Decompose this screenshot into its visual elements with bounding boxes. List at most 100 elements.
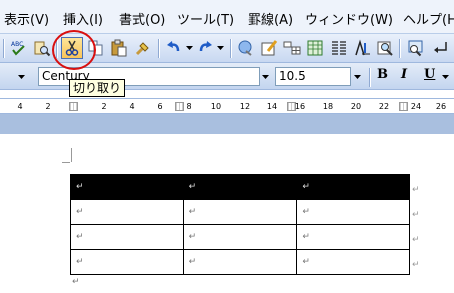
table-cell[interactable]: ↵ xyxy=(296,224,410,250)
underline-dropdown-arrow[interactable] xyxy=(440,67,451,86)
chevron-down-icon xyxy=(442,74,449,79)
toolbar-separator xyxy=(399,39,400,58)
menu-window[interactable]: ウィンドウ(W) xyxy=(305,9,393,28)
table-cell[interactable]: ↵ xyxy=(296,174,410,200)
toolbar-separator xyxy=(158,39,159,58)
table-cell[interactable]: ↵ xyxy=(70,199,184,225)
table-cell[interactable]: ↵ xyxy=(70,174,184,200)
cut-tooltip: 切り取り xyxy=(69,79,125,97)
drawing-button[interactable] xyxy=(351,37,373,59)
spelling-button[interactable]: ABC xyxy=(8,37,30,59)
font-size-dropdown-arrow[interactable] xyxy=(352,67,363,86)
columns-button[interactable] xyxy=(328,37,350,59)
ruler-number: 16 xyxy=(294,102,306,111)
format-painter-icon xyxy=(135,42,149,56)
research-icon xyxy=(34,41,51,57)
table-row[interactable]: ↵ ↵ ↵ xyxy=(70,199,410,225)
table-row[interactable]: ↵ ↵ ↵ xyxy=(70,249,410,275)
hyperlink-button[interactable] xyxy=(235,37,257,59)
table-row-selected[interactable]: ↵ ↵ ↵ xyxy=(70,174,410,200)
redo-dropdown-arrow[interactable] xyxy=(215,38,226,57)
row-end-mark: ↵ xyxy=(412,260,420,270)
paste-button[interactable] xyxy=(108,37,130,59)
menu-help[interactable]: ヘルプ(H) xyxy=(403,9,454,28)
text-boundary-corner xyxy=(62,162,70,163)
row-end-mark: ↵ xyxy=(412,235,420,245)
return-arrow-icon xyxy=(434,42,447,53)
ruler-number: 24 xyxy=(410,102,422,111)
ruler-number: 2 xyxy=(101,102,107,111)
spelling-icon: ABC xyxy=(11,41,25,56)
toolbar-separator xyxy=(230,39,231,58)
highlight-circle xyxy=(52,30,96,70)
menu-view[interactable]: 表示(V) xyxy=(4,9,49,28)
redo-button[interactable] xyxy=(194,37,216,59)
ruler-number: 22 xyxy=(378,102,390,111)
toolbar-separator xyxy=(369,68,370,87)
format-painter-button[interactable] xyxy=(132,37,154,59)
chevron-down-icon xyxy=(217,45,224,50)
excel-sheet-icon xyxy=(307,40,323,56)
font-size-combo[interactable]: 10.5 xyxy=(275,67,351,86)
document-page[interactable]: ↵ ↵ ↵ ↵ ↵ ↵ ↵ ↵ ↵ ↵ ↵ ↵ ↵ ↵ ↵ ↵ ↵ xyxy=(0,134,454,293)
table-cell[interactable]: ↵ xyxy=(296,249,410,275)
font-name-dropdown-arrow[interactable] xyxy=(260,67,271,86)
ruler-number: 14 xyxy=(266,102,278,111)
table-cell[interactable]: ↵ xyxy=(70,224,184,250)
chevron-down-icon xyxy=(18,74,25,79)
italic-button[interactable]: I xyxy=(401,67,407,82)
underline-button[interactable]: U xyxy=(424,67,435,82)
research-button[interactable] xyxy=(31,37,53,59)
show-hide-marks-button[interactable] xyxy=(430,37,452,59)
ruler-number: 18 xyxy=(322,102,334,111)
ruler-number: 2 xyxy=(45,102,51,111)
undo-icon xyxy=(167,41,180,52)
redo-icon xyxy=(199,41,212,52)
drawing-icon xyxy=(355,39,370,56)
paste-icon xyxy=(111,39,127,57)
font-size-value: 10.5 xyxy=(279,69,306,83)
insert-excel-button[interactable] xyxy=(304,37,326,59)
table-row[interactable]: ↵ ↵ ↵ xyxy=(70,224,410,250)
svg-text:ABC: ABC xyxy=(11,41,23,48)
table-cell[interactable]: ↵ xyxy=(182,199,298,225)
style-dropdown-arrow[interactable] xyxy=(16,67,27,86)
document-map-button[interactable] xyxy=(374,37,396,59)
menu-table[interactable]: 罫線(A) xyxy=(248,9,293,28)
menu-insert[interactable]: 挿入(I) xyxy=(63,9,103,28)
chevron-down-icon xyxy=(262,74,269,79)
text-boundary-corner xyxy=(71,148,72,162)
table-cell[interactable]: ↵ xyxy=(182,174,298,200)
paragraph-mark: ↵ xyxy=(72,277,80,287)
columns-icon xyxy=(332,41,346,55)
tables-borders-button[interactable] xyxy=(258,37,280,59)
ruler-number: 4 xyxy=(17,102,23,111)
menu-tools[interactable]: ツール(T) xyxy=(177,9,234,28)
horizontal-ruler[interactable]: 4 2 2 4 6 8 10 12 14 16 18 20 22 24 26 xyxy=(0,98,454,114)
row-end-mark: ↵ xyxy=(412,185,420,195)
ruler-number: 26 xyxy=(435,102,447,111)
toolbar-separator xyxy=(3,39,4,58)
insert-table-button[interactable] xyxy=(281,37,303,59)
chevron-down-icon xyxy=(186,45,193,50)
table-cell[interactable]: ↵ xyxy=(296,199,410,225)
print-preview-button[interactable] xyxy=(405,37,427,59)
table-cell[interactable]: ↵ xyxy=(182,224,298,250)
insert-table-icon xyxy=(283,41,301,55)
table-cell[interactable]: ↵ xyxy=(182,249,298,275)
menu-format[interactable]: 書式(O) xyxy=(119,9,165,28)
ruler-indent-marker[interactable] xyxy=(69,102,78,111)
ruler-number: 10 xyxy=(210,102,222,111)
page-top-margin-area xyxy=(0,114,454,134)
table-cell[interactable]: ↵ xyxy=(70,249,184,275)
ruler-number: 4 xyxy=(129,102,135,111)
ruler-column-marker[interactable] xyxy=(399,102,408,111)
pencil-table-icon xyxy=(261,40,278,56)
word-table[interactable]: ↵ ↵ ↵ ↵ ↵ ↵ ↵ ↵ ↵ ↵ ↵ ↵ xyxy=(70,174,410,275)
chevron-down-icon xyxy=(354,74,361,79)
undo-button[interactable] xyxy=(163,37,185,59)
bold-button[interactable]: B xyxy=(377,67,388,82)
row-end-mark: ↵ xyxy=(412,210,420,220)
ruler-number: 12 xyxy=(239,102,251,111)
ruler-number: 20 xyxy=(350,102,362,111)
